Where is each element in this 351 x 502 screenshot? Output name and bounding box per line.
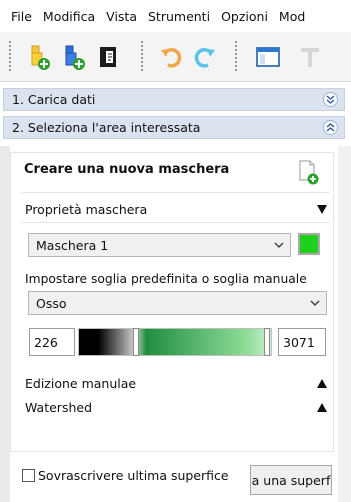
collapse-arrow-icon[interactable] xyxy=(317,204,327,214)
threshold-preset-select[interactable]: Osso xyxy=(28,291,327,315)
redo-button[interactable] xyxy=(190,42,220,72)
export-button[interactable] xyxy=(94,42,124,72)
range-max-handle[interactable] xyxy=(264,328,270,356)
menu-modifica[interactable]: Modifica xyxy=(32,9,95,24)
threshold-min-input[interactable]: 226 xyxy=(29,328,75,356)
mask-select-value: Maschera 1 xyxy=(36,237,109,253)
mask-select[interactable]: Maschera 1 xyxy=(28,233,291,257)
expand-chevron-icon[interactable] xyxy=(323,92,338,107)
range-min-handle[interactable] xyxy=(133,328,139,356)
threshold-label: Impostare soglia predefinita o soglia ma… xyxy=(25,270,327,288)
text-icon xyxy=(301,48,319,67)
mask-properties-row[interactable]: Proprietà maschera xyxy=(25,200,327,218)
overwrite-checkbox[interactable] xyxy=(22,469,35,482)
panel-header-label: 2. Seleziona l'area interessata xyxy=(12,120,201,135)
undo-icon xyxy=(161,48,182,68)
menu-bar: File Modifica Vista Strumenti Opzioni Mo… xyxy=(0,0,351,32)
expand-arrow-icon[interactable] xyxy=(317,402,327,412)
menu-mod[interactable]: Mod xyxy=(268,9,305,24)
divider xyxy=(22,222,330,223)
overwrite-label: Sovrascrivere ultima superfice xyxy=(38,468,229,483)
menu-strumenti[interactable]: Strumenti xyxy=(137,9,210,24)
panel-title: Creare una nuova maschera xyxy=(24,162,230,177)
manual-edit-row[interactable]: Edizione manulae xyxy=(25,374,327,392)
apply-button[interactable]: a una superf xyxy=(250,465,332,495)
mask-color-swatch[interactable] xyxy=(298,233,320,255)
threshold-max-input[interactable]: 3071 xyxy=(278,328,326,356)
text-button[interactable] xyxy=(295,42,325,72)
watershed-row[interactable]: Watershed xyxy=(25,398,327,416)
redo-icon xyxy=(194,48,215,68)
menu-file[interactable]: File xyxy=(0,9,32,24)
import-icon xyxy=(65,45,85,70)
panel-header-select[interactable]: 2. Seleziona l'area interessata xyxy=(3,116,345,139)
new-mask-button[interactable] xyxy=(298,160,320,186)
window-button[interactable] xyxy=(253,42,283,72)
import-button[interactable] xyxy=(59,42,89,72)
threshold-label-text: Impostare soglia predefinita o soglia ma… xyxy=(25,272,307,286)
toolbar-grip[interactable] xyxy=(8,40,12,72)
new-project-button[interactable] xyxy=(24,42,54,72)
expand-arrow-icon[interactable] xyxy=(317,378,327,388)
toolbar-grip[interactable] xyxy=(234,40,238,72)
panel-right-margin xyxy=(338,146,351,502)
preset-value: Osso xyxy=(36,295,67,311)
divider xyxy=(22,192,330,193)
chevron-down-icon xyxy=(310,300,320,306)
panel-header-label: 1. Carica dati xyxy=(12,92,96,107)
undo-button[interactable] xyxy=(156,42,186,72)
panel-header-load[interactable]: 1. Carica dati xyxy=(3,88,345,111)
new-mask-icon xyxy=(299,160,319,185)
menu-vista[interactable]: Vista xyxy=(95,9,137,24)
chevron-down-icon xyxy=(274,242,284,248)
collapse-chevron-icon[interactable] xyxy=(323,120,338,135)
section-label: Watershed xyxy=(25,399,93,415)
toolbar xyxy=(0,32,351,82)
section-label: Proprietà maschera xyxy=(25,201,148,217)
panel-left-margin xyxy=(0,146,10,502)
overwrite-checkbox-row[interactable]: Sovrascrivere ultima superfice xyxy=(22,468,229,483)
menu-opzioni[interactable]: Opzioni xyxy=(210,9,268,24)
export-icon xyxy=(100,47,116,67)
window-icon xyxy=(256,47,280,67)
threshold-range-slider[interactable] xyxy=(78,328,272,356)
toolbar-grip[interactable] xyxy=(140,40,144,72)
section-label: Edizione manulae xyxy=(25,375,137,391)
new-project-icon xyxy=(31,45,50,70)
